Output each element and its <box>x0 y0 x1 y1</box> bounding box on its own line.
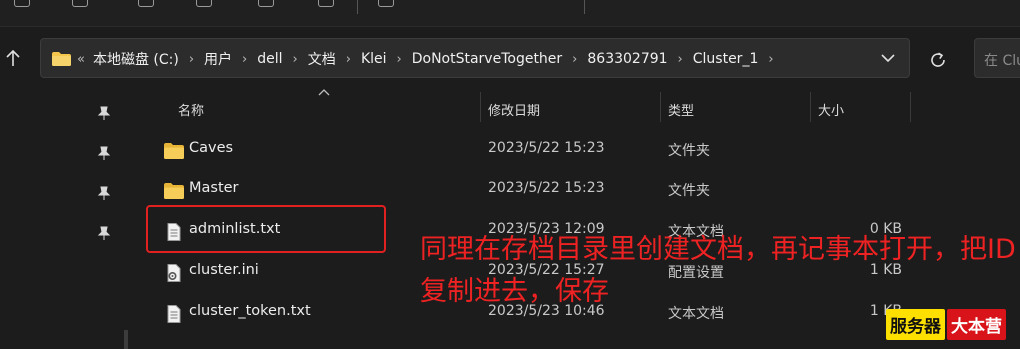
column-divider[interactable] <box>660 92 661 122</box>
pin-icon <box>97 106 111 120</box>
column-header-modified[interactable]: 修改日期 <box>488 100 540 122</box>
breadcrumb-item[interactable]: 用户 <box>204 49 232 69</box>
folder-icon <box>164 183 184 199</box>
breadcrumb-item[interactable]: DoNotStarveTogether <box>412 51 562 67</box>
breadcrumb-item[interactable]: Cluster_1 <box>693 51 759 67</box>
address-history-dropdown[interactable] <box>879 49 897 67</box>
file-row[interactable]: Master 2023/5/22 15:23 文件夹 <box>150 170 910 210</box>
breadcrumb-item[interactable]: 本地磁盘 (C:) <box>93 49 179 69</box>
column-header-size[interactable]: 大小 <box>818 100 844 122</box>
refresh-icon <box>931 52 945 67</box>
pin-icon <box>97 186 111 200</box>
file-type: 文件夹 <box>668 183 710 199</box>
file-name: Master <box>189 180 239 196</box>
chevron-right-icon[interactable]: › <box>572 52 577 67</box>
file-name: Caves <box>189 140 234 156</box>
watermark-part1: 服务器 <box>886 308 945 340</box>
highlight-box <box>146 205 386 253</box>
address-bar[interactable]: « 本地磁盘 (C:) › 用户 › dell › 文档 › Klei › DoNotStarveT… <box>40 38 910 78</box>
column-divider[interactable] <box>480 92 481 122</box>
toolbar-divider <box>357 0 358 14</box>
file-modified: 2023/5/22 15:23 <box>488 180 605 196</box>
annotation-note: 同理在存档目录里创建文档，再记事本打开，把ID复制进去，保存 <box>420 234 1016 307</box>
chevron-right-icon[interactable]: › <box>346 52 351 67</box>
toolbar-icon[interactable] <box>378 0 394 7</box>
file-name: cluster_token.txt <box>189 303 311 319</box>
chevron-right-icon[interactable]: › <box>189 52 194 67</box>
column-header-name[interactable]: 名称 <box>178 100 204 122</box>
overflow-chevron-icon[interactable]: « <box>77 52 85 67</box>
folder-icon <box>52 52 71 66</box>
up-button[interactable] <box>0 40 26 76</box>
toolbar-icon[interactable] <box>14 0 30 7</box>
config-file-icon <box>167 264 181 282</box>
folder-icon <box>164 143 184 159</box>
file-name: cluster.ini <box>189 262 259 278</box>
toolbar-divider <box>584 0 585 14</box>
sort-ascending-icon <box>318 89 330 96</box>
watermark-logo: 服务器 大本营 <box>886 308 1006 340</box>
file-modified: 2023/5/22 15:23 <box>488 140 605 156</box>
toolbar-icon[interactable] <box>318 0 334 7</box>
breadcrumb: « 本地磁盘 (C:) › 用户 › dell › 文档 › Klei › DoNotStarveT… <box>77 39 784 79</box>
breadcrumb-item[interactable]: Klei <box>361 51 387 67</box>
chevron-right-icon[interactable]: › <box>242 52 247 67</box>
file-type: 文件夹 <box>668 143 710 159</box>
column-divider[interactable] <box>910 92 911 122</box>
arrow-up-icon <box>6 49 20 66</box>
breadcrumb-item[interactable]: dell <box>257 51 282 67</box>
file-row[interactable]: Caves 2023/5/22 15:23 文件夹 <box>150 130 910 170</box>
column-header-type[interactable]: 类型 <box>668 100 694 122</box>
chevron-down-icon <box>881 54 895 62</box>
command-toolbar <box>0 0 1020 27</box>
chevron-right-icon[interactable]: › <box>397 52 402 67</box>
search-input[interactable]: 在 Clu <box>974 38 1020 78</box>
breadcrumb-item[interactable]: 863302791 <box>587 51 667 67</box>
toolbar-icon[interactable] <box>196 0 212 7</box>
watermark-part2: 大本营 <box>947 308 1006 340</box>
text-file-icon <box>167 305 181 323</box>
search-placeholder: 在 Clu <box>984 53 1020 69</box>
pin-icon <box>97 226 111 240</box>
toolbar-icon[interactable] <box>72 0 88 7</box>
toolbar-icon[interactable] <box>138 0 154 7</box>
breadcrumb-item[interactable]: 文档 <box>308 49 336 69</box>
chevron-right-icon[interactable]: › <box>768 52 773 67</box>
refresh-button[interactable] <box>920 42 956 78</box>
toolbar-icon[interactable] <box>258 0 274 7</box>
column-divider[interactable] <box>810 92 811 122</box>
chevron-right-icon[interactable]: › <box>293 52 298 67</box>
pin-icon <box>97 146 111 160</box>
chevron-right-icon[interactable]: › <box>678 52 683 67</box>
scrollbar[interactable] <box>124 330 128 349</box>
